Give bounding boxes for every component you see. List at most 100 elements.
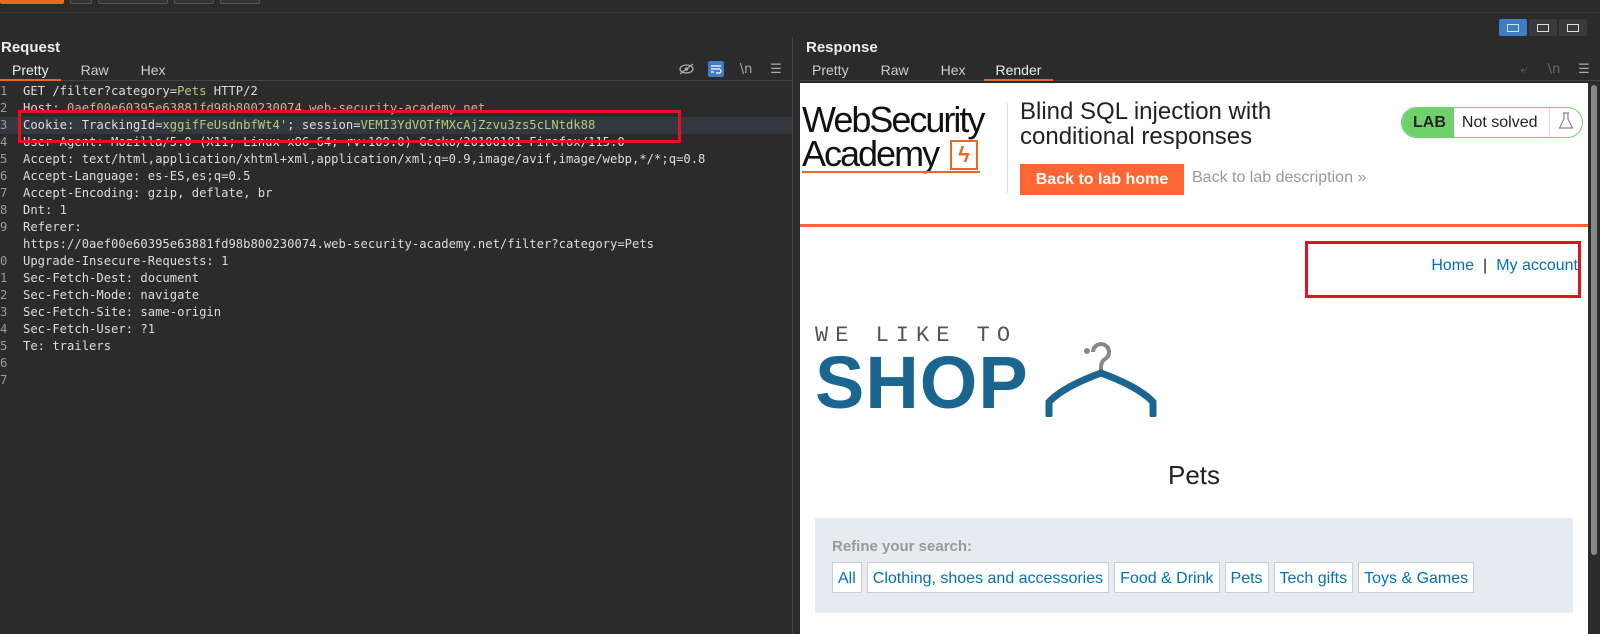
filter-all[interactable]: All <box>832 562 862 593</box>
send-button[interactable] <box>0 0 64 4</box>
tab-pretty[interactable]: Pretty <box>0 59 61 81</box>
history-prev-button[interactable] <box>174 0 214 4</box>
line-code: Accept: text/html,application/xhtml+xml,… <box>23 151 705 168</box>
back-to-lab-home-button[interactable]: Back to lab home <box>1020 164 1184 195</box>
request-pane: Request Pretty Raw Hex \n ☰ 1 GET /filter… <box>0 37 793 634</box>
request-line: 0 Upgrade-Insecure-Requests: 1 <box>0 253 792 270</box>
filter-clothing[interactable]: Clothing, shoes and accessories <box>866 562 1110 593</box>
line-number: 3 <box>0 118 8 132</box>
code-token: Pets <box>177 84 207 98</box>
newline-icon[interactable]: \n <box>1546 61 1562 77</box>
refine-label: Refine your search: <box>832 538 973 555</box>
line-code: Accept-Language: es-ES,es;q=0.5 <box>23 168 250 185</box>
hide-icon[interactable] <box>678 61 694 77</box>
request-line: 1 Sec-Fetch-Dest: document <box>0 270 792 287</box>
nav-home-link[interactable]: Home <box>1431 257 1474 274</box>
response-tabs: Pretty Raw Hex Render ⤶ \n ☰ <box>800 59 1600 81</box>
filter-food-drink[interactable]: Food & Drink <box>1114 562 1220 593</box>
line-number: 6 <box>0 356 8 370</box>
line-code: GET /filter?category=Pets HTTP/2 <box>23 83 258 100</box>
code-token: Host: <box>23 101 68 115</box>
code-token: User-Agent: Mozilla/5.0 (X11; Linux x86_… <box>23 135 625 149</box>
line-number: 5 <box>0 339 8 353</box>
code-token: HTTP/2 <box>206 84 258 98</box>
line-number: 7 <box>0 373 8 387</box>
scrollbar-thumb[interactable] <box>1591 85 1597 555</box>
lab-status: Not solved <box>1454 108 1551 137</box>
line-code: Sec-Fetch-Mode: navigate <box>23 287 199 304</box>
line-code: Sec-Fetch-User: ?1 <box>23 321 155 338</box>
wrap-icon[interactable]: ⤶ <box>1516 61 1532 77</box>
filter-tech-gifts[interactable]: Tech gifts <box>1273 562 1354 593</box>
tab-render[interactable]: Render <box>983 59 1054 81</box>
tab-raw[interactable]: Raw <box>861 59 921 81</box>
line-number: 5 <box>0 152 8 166</box>
code-token: Sec-Fetch-Mode: navigate <box>23 288 200 302</box>
tab-hex[interactable]: Hex <box>921 59 978 81</box>
code-token: Upgrade-Insecure-Requests: 1 <box>23 254 229 268</box>
request-line: 9 Referer: <box>0 219 792 236</box>
layout-stacked-icon[interactable] <box>1529 19 1557 36</box>
logo-underline <box>802 171 980 173</box>
request-line: 1 GET /filter?category=Pets HTTP/2 <box>0 83 792 100</box>
category-filters: All Clothing, shoes and accessories Food… <box>832 562 1475 593</box>
code-token: Referer: <box>23 220 82 234</box>
request-line: 2 Sec-Fetch-Mode: navigate <box>0 287 792 304</box>
request-line: 2 Host: 0aef00e60395e63881fd98b800230074.… <box>0 100 792 117</box>
wrap-icon[interactable] <box>708 61 724 77</box>
tab-hex[interactable]: Hex <box>121 59 178 81</box>
line-code: Upgrade-Insecure-Requests: 1 <box>23 253 228 270</box>
filter-pets[interactable]: Pets <box>1224 562 1269 593</box>
menu-icon[interactable]: ☰ <box>1576 61 1592 77</box>
history-back-button[interactable] <box>98 0 168 4</box>
newline-icon[interactable]: \n <box>738 61 754 77</box>
render-scrollbar[interactable] <box>1590 83 1598 634</box>
lab-label: LAB <box>1402 108 1454 137</box>
request-line: 7 <box>0 372 792 389</box>
request-title: Request <box>1 39 61 56</box>
back-to-lab-description-link[interactable]: Back to lab description » <box>1192 169 1366 187</box>
request-line: 4 User-Agent: Mozilla/5.0 (X11; Linux x86… <box>0 134 792 151</box>
filter-toys-games[interactable]: Toys & Games <box>1358 562 1475 593</box>
code-token: GET /filter?category= <box>23 84 178 98</box>
request-editor[interactable]: 1 GET /filter?category=Pets HTTP/2 2 Host: … <box>0 83 792 634</box>
line-number: 4 <box>0 135 8 149</box>
line-code: Cookie: TrackingId=xggifFeUsdnbfWt4'; se… <box>23 117 595 134</box>
cancel-button[interactable] <box>70 0 92 4</box>
request-line: https://0aef00e60395e63881fd98b800230074… <box>0 236 792 253</box>
code-token: Accept-Language: es-ES,es;q=0.5 <box>23 169 251 183</box>
tab-raw[interactable]: Raw <box>61 59 121 81</box>
code-token: Te: trailers <box>23 339 112 353</box>
shop-name: SHOP <box>815 341 1029 424</box>
code-token: VEMI3YdVOTfMXcAjZzvu3zs5cLNtdk88 <box>360 118 596 132</box>
code-token: Accept: text/html,application/xhtml+xml,… <box>23 152 706 166</box>
layout-toggles <box>1499 19 1587 36</box>
double-chevron-right-icon: » <box>1357 169 1367 186</box>
line-code: Accept-Encoding: gzip, deflate, br <box>23 185 272 202</box>
line-code: Host: 0aef00e60395e63881fd98b800230074.w… <box>23 100 485 117</box>
header-divider <box>1007 103 1008 193</box>
nav-my-account-link[interactable]: My account <box>1496 257 1578 274</box>
request-line: 6 Accept-Language: es-ES,es;q=0.5 <box>0 168 792 185</box>
render-view: WebSecurity Academy ϟ Blind SQL injectio… <box>800 83 1588 634</box>
menu-icon[interactable]: ☰ <box>768 61 784 77</box>
top-nav: Home | My account <box>1431 257 1578 275</box>
code-token: xggifFeUsdnbfWt4' <box>162 118 288 132</box>
request-tools: \n ☰ <box>678 61 784 77</box>
line-number: 7 <box>0 186 8 200</box>
lab-status-badge: LAB Not solved <box>1401 107 1583 138</box>
layout-side-by-side-icon[interactable] <box>1499 19 1527 36</box>
request-line: 3 Cookie: TrackingId=xggifFeUsdnbfWt4'; s… <box>0 117 792 134</box>
line-number: 9 <box>0 220 8 234</box>
tab-pretty[interactable]: Pretty <box>800 59 861 81</box>
line-number: 1 <box>0 84 8 98</box>
layout-single-icon[interactable] <box>1559 19 1587 36</box>
web-security-academy-logo[interactable]: WebSecurity Academy ϟ <box>802 102 998 177</box>
line-number: 4 <box>0 322 8 336</box>
line-code: Sec-Fetch-Site: same-origin <box>23 304 221 321</box>
line-number: 2 <box>0 288 8 302</box>
header-rule <box>800 224 1588 227</box>
refine-search-panel: Refine your search: All Clothing, shoes … <box>815 518 1573 613</box>
history-next-button[interactable] <box>220 0 260 4</box>
code-token: Sec-Fetch-User: ?1 <box>23 322 156 336</box>
